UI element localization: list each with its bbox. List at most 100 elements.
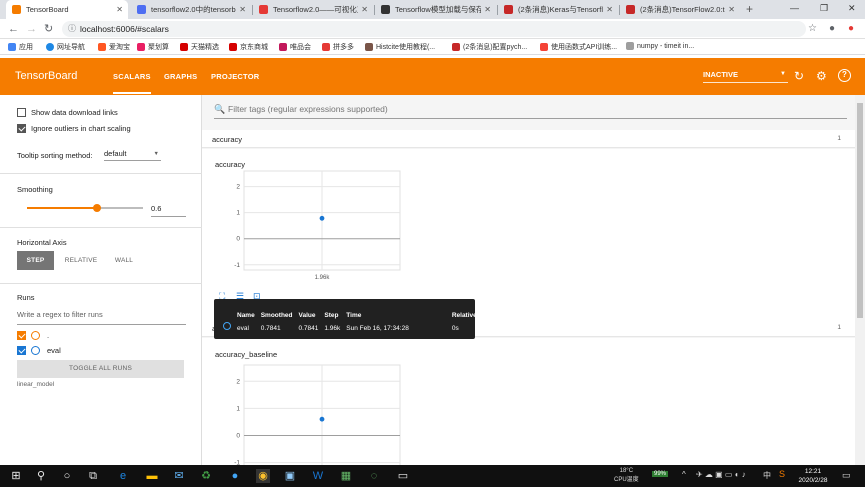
chrome-icon[interactable]: ◉ [256,469,270,483]
profile-icon[interactable]: ● [829,21,835,37]
close-tab-icon[interactable]: ✕ [361,5,368,14]
bookmark-item[interactable]: 爱淘宝 [98,42,130,52]
page-scrollbar[interactable] [855,95,865,465]
close-tab-icon[interactable]: ✕ [484,5,491,14]
chevron-down-icon: ▼ [153,151,159,157]
bookmark-item[interactable]: 聚划算 [137,42,169,52]
taskbar-clock[interactable]: 12:21 2020/2/28 [795,467,831,485]
browser-tab-tensorboard[interactable]: TensorBoard ✕ [6,0,128,19]
run-item[interactable]: . [17,331,49,340]
reload-icon[interactable]: ↻ [44,21,53,37]
store-icon[interactable]: ♻ [199,469,213,483]
sogou-icon[interactable]: S [779,469,785,479]
bookmark-item[interactable]: 天猫精选 [180,42,219,52]
battery-indicator[interactable]: 99% [652,471,669,477]
task-view-icon[interactable]: ⧉ [86,469,100,483]
app-icon[interactable]: ◌ [367,469,381,483]
tray-icons[interactable]: ✈ ☁ ▣ ▭ ◐ ♪ [696,470,746,479]
terminal-icon[interactable]: ▭ [396,469,410,483]
pycharm-icon[interactable]: ▦ [339,469,353,483]
edge-icon[interactable]: e [116,469,130,483]
close-tab-icon[interactable]: ✕ [606,5,613,14]
axis-wall-button[interactable]: WALL [108,251,140,270]
browser-tab[interactable]: (2条消息)Keras与Tensorflow ✕ [498,0,618,19]
accuracy-baseline-chart[interactable]: 210-1 [202,338,462,465]
apps-grid-icon [8,43,16,51]
app-icon[interactable]: ● [228,469,242,483]
close-tab-icon[interactable]: ✕ [116,5,123,14]
tooltip-sorting-label: Tooltip sorting method: [17,151,93,160]
run-item[interactable]: eval [17,346,61,355]
app-icon[interactable]: ▣ [283,469,297,483]
maximize-window-icon[interactable]: ❐ [820,3,828,14]
help-icon[interactable]: ? [838,69,851,82]
new-tab-button[interactable]: + [746,2,753,16]
pinduoduo-icon [322,43,330,51]
checkbox-checked-icon [17,124,26,133]
back-arrow-icon[interactable]: ← [8,21,19,37]
forward-arrow-icon[interactable]: → [26,21,37,37]
bookmark-item[interactable]: numpy - timeit in... [626,42,694,50]
file-explorer-icon[interactable]: ▬ [145,469,159,483]
bookmark-item[interactable]: (2条消息)配置pych... [452,42,527,52]
browser-tab[interactable]: Tensorflow模型加载与保存 ✕ [375,0,496,19]
smoothing-slider-handle[interactable] [92,204,101,212]
bookmark-item[interactable]: Histcite使用教程(... [365,42,435,52]
checkbox-checked-icon[interactable] [17,331,26,340]
checkbox-checked-icon[interactable] [17,346,26,355]
app-title: TensorBoard [15,70,78,82]
tooltip-cell: 0s [451,324,459,332]
browser-tab[interactable]: Tensorflow2.0——可视化工具 ✕ [253,0,373,19]
notification-icon[interactable]: ▭ [842,470,851,481]
bookmark-item[interactable]: 拼多多 [322,42,354,52]
bookmark-item[interactable]: 唯品会 [279,42,311,52]
browser-tab-title: (2条消息)Keras与Tensorflow [518,5,604,14]
tray-chevron-icon[interactable]: ^ [682,470,686,479]
scalar-card: accuracy 2 1 0 -1 1.96k ⛶ ☰ ⊡ [202,149,855,319]
cortana-icon[interactable]: ○ [60,469,74,483]
bookmark-item[interactable]: 使用函数式API训练... [540,42,617,52]
bookmark-item[interactable]: 京东商城 [229,42,268,52]
tag-filter-input[interactable]: 🔍 Filter tags (regular expressions suppo… [214,104,847,119]
tag-group-header[interactable]: accuracy 1 [202,130,855,148]
windows-start-icon[interactable]: ⊞ [9,469,23,483]
smoothing-input[interactable]: 0.6 [151,204,186,217]
runs-filter-input[interactable]: Write a regex to filter runs [17,310,186,325]
scalar-card: accuracy_baseline 2 1 0 -1 [202,338,855,465]
close-tab-icon[interactable]: ✕ [728,5,735,14]
extension-icon[interactable]: ● [848,21,854,37]
minimize-window-icon[interactable]: — [790,3,799,13]
tooltip-sorting-select[interactable]: default ▼ [104,149,161,161]
browser-tab[interactable]: (2条消息)TensorFlow2.0:te ✕ [620,0,740,19]
y-tick-label: 2 [236,184,240,191]
word-icon[interactable]: W [311,469,325,483]
axis-step-button[interactable]: STEP [17,251,54,270]
plugin-dropdown[interactable]: INACTIVE ▼ [703,70,788,83]
show-download-checkbox[interactable]: Show data download links [17,108,118,117]
ignore-outliers-checkbox[interactable]: Ignore outliers in chart scaling [17,124,131,133]
close-window-icon[interactable]: ✕ [848,3,856,14]
bookmark-apps[interactable]: 应用 [8,42,33,52]
mail-icon[interactable]: ✉ [172,469,186,483]
tab-projector[interactable]: PROJECTOR [211,72,259,81]
tooltip-cell: 1.96k [324,324,341,332]
close-tab-icon[interactable]: ✕ [239,5,246,14]
axis-relative-button[interactable]: RELATIVE [60,251,102,270]
site-info-icon[interactable]: ⓘ [68,21,76,37]
tab-graphs[interactable]: GRAPHS [164,72,197,81]
bookmark-star-icon[interactable]: ☆ [808,21,817,37]
scrollbar-thumb[interactable] [857,103,863,318]
runs-heading: Runs [17,293,35,302]
bookmark-item[interactable]: 网址导航 [46,42,85,52]
address-bar[interactable]: ⓘ localhost:6006/#scalars [62,21,806,37]
run-name: eval [47,346,61,355]
smoothing-slider[interactable] [27,204,143,212]
refresh-icon[interactable]: ↻ [794,69,804,83]
gear-icon[interactable]: ⚙ [816,69,827,83]
tab-scalars[interactable]: SCALARS [113,72,151,94]
browser-tab[interactable]: tensorflow2.0中的tensorboard ✕ [131,0,251,19]
search-icon[interactable]: ⚲ [34,469,48,483]
smoothing-slider-fill [27,207,97,209]
toggle-all-runs-button[interactable]: TOGGLE ALL RUNS [17,360,184,378]
ime-indicator[interactable]: 中 [763,470,771,481]
